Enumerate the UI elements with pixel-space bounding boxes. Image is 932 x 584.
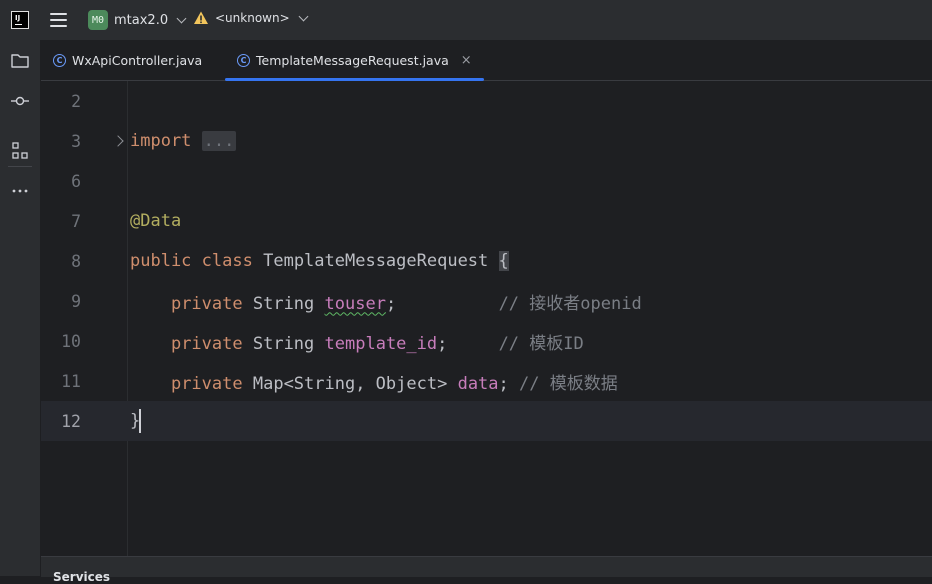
editor-tab-bar: C WxApiController.java C TemplateMessage… — [41, 40, 932, 81]
folded-region[interactable]: ... — [201, 131, 237, 151]
code-line[interactable]: 7 @Data — [41, 201, 932, 241]
warning-icon — [194, 11, 208, 24]
chevron-down-icon — [298, 11, 309, 21]
type: String — [252, 293, 315, 314]
more-icon[interactable] — [10, 181, 30, 201]
keyword: import — [130, 131, 192, 151]
chevron-down-icon — [176, 13, 187, 23]
text-caret — [139, 409, 142, 433]
code-text: @Data — [130, 211, 181, 231]
services-panel-header[interactable]: Services — [41, 556, 932, 584]
code-text: } — [130, 409, 142, 433]
tab-label: WxApiController.java — [72, 52, 203, 68]
comment: // 接收者openid — [498, 293, 642, 314]
semicolon: ; — [385, 293, 397, 314]
type: String — [252, 333, 315, 354]
commit-icon[interactable] — [10, 91, 30, 111]
code-line[interactable]: 2 — [41, 81, 932, 121]
class-icon: C — [53, 53, 66, 67]
keyword: private — [170, 373, 243, 394]
field-name: touser — [324, 293, 386, 314]
line-number: 7 — [71, 211, 81, 231]
keyword: class — [201, 251, 253, 271]
code-line[interactable]: 11 private Map<String, Object> data; // … — [41, 361, 932, 401]
tool-window-bar — [0, 40, 41, 576]
line-number: 8 — [71, 251, 81, 271]
services-label: Services — [53, 570, 111, 584]
title-bar: IJ M0 mtax2.0 <unknown> — [0, 0, 932, 40]
main-menu-icon[interactable] — [50, 13, 67, 27]
tab-templatemessagerequest[interactable]: C TemplateMessageRequest.java × — [225, 40, 484, 81]
code-text: private String touser; // 接收者openid — [130, 289, 642, 314]
line-number: 12 — [61, 411, 81, 431]
annotation: @Data — [130, 211, 182, 231]
intellij-logo-icon[interactable]: IJ — [11, 11, 29, 29]
code-editor[interactable]: 2 3 import ... 6 7 @Data 8 public class … — [41, 81, 932, 556]
line-number: 2 — [71, 91, 81, 111]
keyword: private — [170, 293, 243, 314]
type: Map<String, Object> — [252, 373, 448, 394]
close-icon[interactable]: × — [461, 53, 472, 68]
code-line[interactable]: 3 import ... — [41, 121, 932, 161]
code-line[interactable]: 10 private String template_id; // 模板ID — [41, 321, 932, 361]
brace: { — [498, 251, 509, 271]
comment: // 模板数据 — [519, 373, 618, 394]
code-text: import ... — [130, 131, 237, 151]
semicolon: ; — [498, 373, 509, 394]
project-badge: M0 — [88, 10, 108, 30]
code-text: private Map<String, Object> data; // 模板数… — [130, 369, 618, 394]
code-line[interactable]: 9 private String touser; // 接收者openid — [41, 281, 932, 321]
vcs-branch-selector[interactable]: <unknown> — [193, 10, 309, 26]
class-name: TemplateMessageRequest — [263, 251, 489, 271]
code-line[interactable]: 6 — [41, 161, 932, 201]
line-number: 3 — [71, 131, 81, 151]
sidebar-divider — [8, 166, 32, 167]
comment: // 模板ID — [498, 333, 584, 354]
class-icon: C — [237, 53, 250, 67]
tab-label: TemplateMessageRequest.java — [256, 52, 449, 68]
project-selector[interactable]: M0 mtax2.0 — [88, 10, 187, 30]
structure-icon[interactable] — [10, 141, 30, 161]
expand-fold-icon[interactable] — [112, 135, 124, 147]
folder-icon[interactable] — [10, 51, 30, 71]
line-number: 6 — [71, 171, 81, 191]
keyword: private — [170, 333, 243, 354]
field-name: data — [457, 373, 499, 394]
code-text: public class TemplateMessageRequest { — [130, 251, 509, 271]
line-number: 9 — [71, 291, 81, 311]
keyword: public — [130, 251, 192, 271]
tab-wxapicontroller[interactable]: C WxApiController.java — [41, 40, 214, 80]
line-number: 11 — [61, 371, 81, 391]
code-line[interactable]: 8 public class TemplateMessageRequest { — [41, 241, 932, 281]
field-name: template_id — [324, 333, 438, 354]
project-name: mtax2.0 — [114, 12, 169, 28]
line-number: 10 — [61, 331, 81, 351]
code-line-current[interactable]: 12 } — [41, 401, 932, 441]
code-text: private String template_id; // 模板ID — [130, 329, 584, 354]
branch-name: <unknown> — [215, 11, 290, 25]
semicolon: ; — [437, 333, 448, 354]
